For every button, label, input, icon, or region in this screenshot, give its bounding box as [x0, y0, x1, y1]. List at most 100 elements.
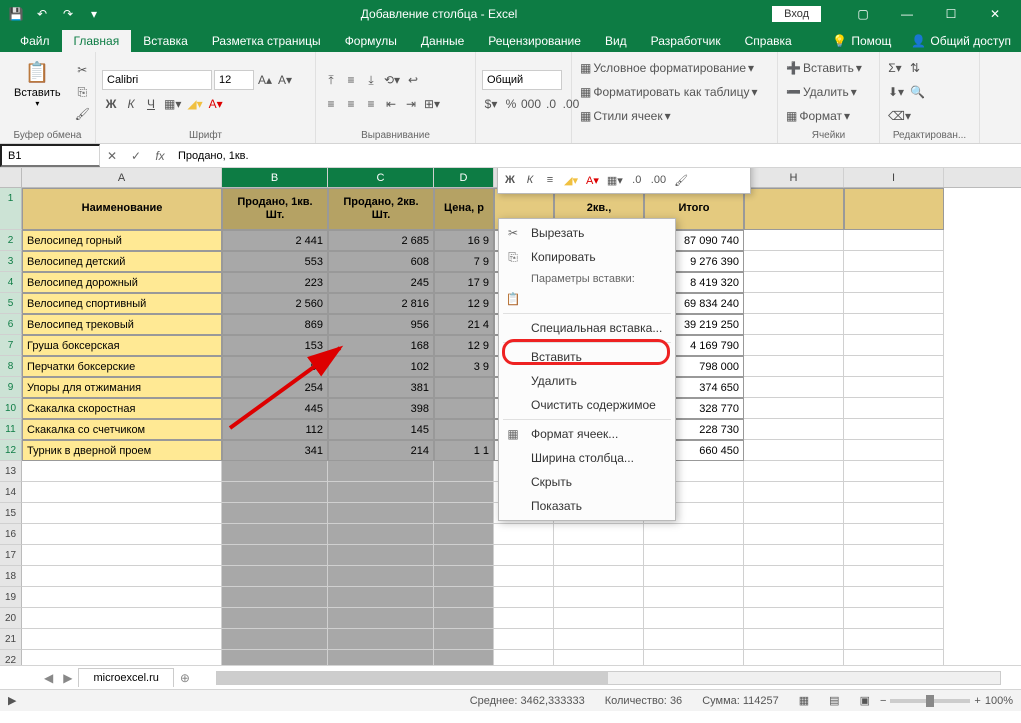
cell[interactable] — [744, 629, 844, 650]
delete-cells-button[interactable]: ➖ Удалить▾ — [784, 82, 873, 102]
grow-font-icon[interactable]: A▴ — [256, 70, 274, 90]
cell[interactable]: 398 — [328, 398, 434, 419]
cell[interactable] — [744, 587, 844, 608]
cell[interactable] — [744, 440, 844, 461]
fill-color-icon[interactable]: ◢▾ — [185, 94, 204, 114]
cell[interactable] — [494, 608, 554, 629]
row-header[interactable]: 9 — [0, 377, 22, 398]
cell[interactable] — [554, 629, 644, 650]
cell[interactable]: Скакалка со счетчиком — [22, 419, 222, 440]
cell[interactable]: 17 9 — [434, 272, 494, 293]
cm-copy[interactable]: ⎘Копировать — [499, 245, 675, 269]
cell[interactable]: Велосипед детский — [22, 251, 222, 272]
cell[interactable] — [744, 335, 844, 356]
mini-border-icon[interactable]: ▦▾ — [604, 170, 626, 190]
cell[interactable] — [222, 461, 328, 482]
undo-icon[interactable]: ↶ — [30, 2, 54, 26]
qat-more-icon[interactable]: ▾ — [82, 2, 106, 26]
cell[interactable] — [494, 650, 554, 665]
bold-button[interactable]: Ж — [102, 94, 120, 114]
cell[interactable]: Продано, 1кв. Шт. — [222, 188, 328, 230]
cell[interactable] — [434, 398, 494, 419]
cell[interactable]: 102 — [328, 356, 434, 377]
align-bottom-icon[interactable]: ⤓ — [362, 70, 380, 90]
cell[interactable] — [554, 566, 644, 587]
cell[interactable] — [22, 482, 222, 503]
cell[interactable] — [434, 587, 494, 608]
tab-insert[interactable]: Вставка — [131, 30, 200, 52]
cell[interactable] — [328, 524, 434, 545]
tab-help[interactable]: Справка — [733, 30, 804, 52]
zoom-in-icon[interactable]: + — [974, 695, 980, 707]
cm-hide[interactable]: Скрыть — [499, 470, 675, 494]
cell[interactable] — [22, 503, 222, 524]
cell[interactable]: 869 — [222, 314, 328, 335]
mini-fontcolor-icon[interactable]: A▾ — [583, 170, 602, 190]
paste-button[interactable]: 📋 Вставить ▾ — [6, 56, 69, 128]
cell[interactable] — [844, 440, 944, 461]
cell[interactable] — [328, 587, 434, 608]
row-header[interactable]: 19 — [0, 587, 22, 608]
indent-dec-icon[interactable]: ⇤ — [382, 94, 400, 114]
cell[interactable]: 145 — [328, 419, 434, 440]
number-format[interactable] — [482, 70, 562, 90]
save-icon[interactable]: 💾 — [4, 2, 28, 26]
close-icon[interactable]: ✕ — [973, 0, 1017, 28]
cell[interactable]: Наименование — [22, 188, 222, 230]
cell[interactable] — [744, 650, 844, 665]
maximize-icon[interactable]: ☐ — [929, 0, 973, 28]
tell-me[interactable]: 💡 Помощ — [822, 30, 901, 52]
cell[interactable] — [744, 293, 844, 314]
tab-formulas[interactable]: Формулы — [333, 30, 409, 52]
login-button[interactable]: Вход — [772, 6, 821, 22]
cut-icon[interactable]: ✂ — [73, 60, 92, 80]
cell[interactable] — [644, 608, 744, 629]
cell[interactable] — [434, 650, 494, 665]
tab-review[interactable]: Рецензирование — [476, 30, 593, 52]
tab-home[interactable]: Главная — [62, 30, 132, 52]
indent-inc-icon[interactable]: ⇥ — [402, 94, 420, 114]
cell[interactable]: Груша боксерская — [22, 335, 222, 356]
cm-insert[interactable]: Вставить — [499, 345, 675, 369]
row-header[interactable]: 11 — [0, 419, 22, 440]
insert-cells-button[interactable]: ➕ Вставить▾ — [784, 58, 873, 78]
cell[interactable] — [222, 650, 328, 665]
cell[interactable] — [222, 566, 328, 587]
cell[interactable]: 956 — [328, 314, 434, 335]
cell[interactable] — [328, 629, 434, 650]
minimize-icon[interactable]: — — [885, 0, 929, 28]
cell[interactable]: 21 4 — [434, 314, 494, 335]
cm-paste-btn[interactable]: 📋 — [499, 287, 675, 311]
name-box[interactable] — [0, 144, 100, 167]
cell[interactable] — [744, 608, 844, 629]
cell[interactable] — [644, 587, 744, 608]
cell[interactable] — [328, 545, 434, 566]
cell[interactable]: 245 — [328, 272, 434, 293]
cell[interactable] — [222, 608, 328, 629]
mini-inc-icon[interactable]: .00 — [648, 170, 669, 190]
mini-fill-icon[interactable]: ◢▾ — [561, 170, 581, 190]
cell[interactable] — [328, 650, 434, 665]
cell[interactable] — [844, 188, 944, 230]
find-icon[interactable]: 🔍 — [908, 82, 927, 102]
row-header[interactable]: 8 — [0, 356, 22, 377]
cell[interactable] — [744, 461, 844, 482]
cell[interactable]: 1 1 — [434, 440, 494, 461]
cell[interactable] — [744, 251, 844, 272]
cell[interactable]: 445 — [222, 398, 328, 419]
mini-painter-icon[interactable]: 🖌 — [671, 170, 691, 190]
cell[interactable] — [494, 629, 554, 650]
cond-format-button[interactable]: ▦ Условное форматирование▾ — [578, 58, 771, 78]
cell[interactable]: 3 9 — [434, 356, 494, 377]
cell[interactable]: 553 — [222, 251, 328, 272]
cell[interactable] — [744, 377, 844, 398]
cell[interactable] — [744, 545, 844, 566]
cell[interactable] — [744, 230, 844, 251]
cell[interactable] — [844, 608, 944, 629]
cell[interactable] — [844, 335, 944, 356]
cell[interactable] — [222, 629, 328, 650]
cm-delete[interactable]: Удалить — [499, 369, 675, 393]
cell[interactable]: 341 — [222, 440, 328, 461]
cell[interactable]: Велосипед трековый — [22, 314, 222, 335]
mini-dec-icon[interactable]: .0 — [628, 170, 646, 190]
